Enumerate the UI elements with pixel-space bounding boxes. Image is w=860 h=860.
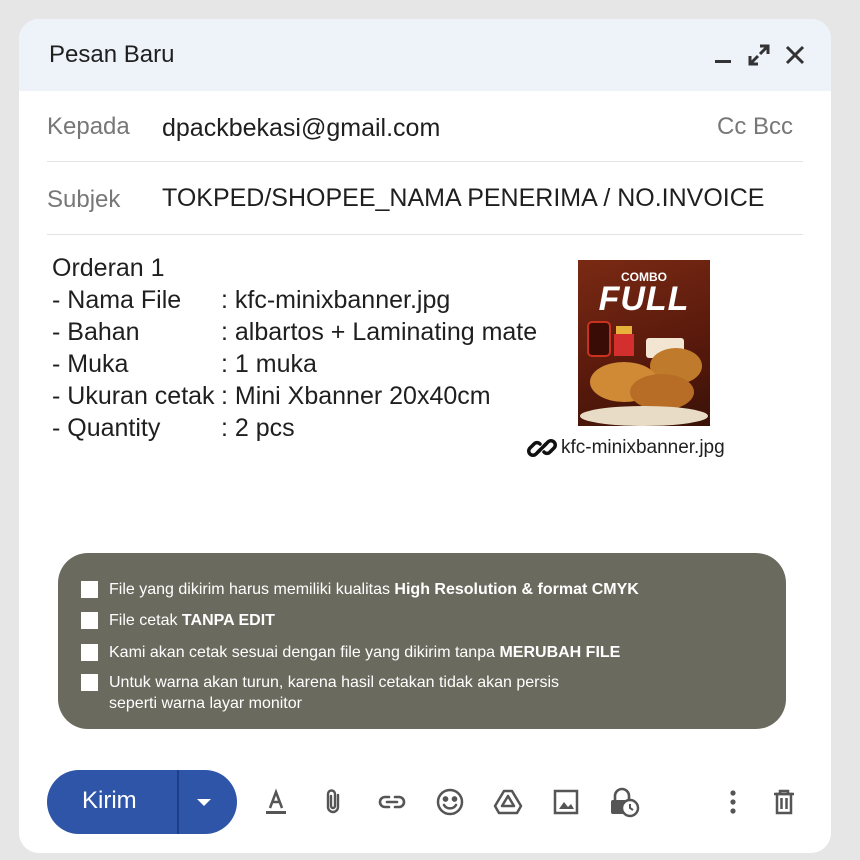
notice-checkbox[interactable] (81, 644, 98, 661)
notice-text-line2: seperti warna layar monitor (109, 695, 302, 712)
order-value: : albartos + Laminating mate (221, 318, 538, 346)
subject-input[interactable]: TOKPED/SHOPEE_NAMA PENERIMA / NO.INVOICE (162, 184, 764, 213)
message-body[interactable]: Orderan 1 - Nama File : kfc-minixbanner.… (52, 252, 537, 444)
order-row: - Ukuran cetak : Mini Xbanner 20x40cm (52, 380, 491, 412)
order-row: - Bahan : albartos + Laminating mate (52, 316, 537, 348)
to-label: Kepada (47, 113, 130, 140)
notice-text: File cetak TANPA EDIT (109, 610, 275, 631)
notice-checkbox[interactable] (81, 612, 98, 629)
order-heading: Orderan 1 (52, 254, 165, 282)
order-value: : kfc-minixbanner.jpg (221, 286, 451, 314)
send-button-group: Kirim (47, 770, 237, 834)
order-row: - Muka : 1 muka (52, 348, 317, 380)
notice-text-plain: File yang dikirim harus memiliki kualita… (109, 581, 395, 598)
to-field[interactable]: Kepada dpackbekasi@gmail.com Cc Bcc (47, 91, 803, 162)
notice-checkbox[interactable] (81, 581, 98, 598)
compose-header: Pesan Baru (19, 19, 831, 91)
notice-box: File yang dikirim harus memiliki kualita… (58, 553, 786, 729)
order-row: - Quantity : 2 pcs (52, 412, 295, 444)
notice-text-line1: Untuk warna akan turun, karena hasil cet… (109, 674, 560, 691)
send-divider (177, 770, 179, 834)
delete-icon[interactable] (768, 786, 800, 818)
order-value: : 1 muka (221, 350, 317, 378)
drive-icon[interactable] (492, 786, 524, 818)
food-illustration (580, 321, 708, 426)
notice-text-plain: File cetak (109, 612, 182, 629)
compose-window: Pesan Baru Kepada dpackbekasi@gmail.com … (19, 19, 831, 853)
order-value: : Mini Xbanner 20x40cm (221, 382, 491, 410)
to-input[interactable]: dpackbekasi@gmail.com (162, 114, 440, 143)
attachment-filename: kfc-minixbanner.jpg (561, 437, 725, 458)
notice-text-plain: Kami akan cetak sesuai dengan file yang … (109, 644, 500, 661)
order-key: - Nama File (52, 286, 182, 314)
order-key: - Muka (52, 350, 129, 378)
notice-text: Kami akan cetak sesuai dengan file yang … (109, 642, 620, 663)
order-key: - Quantity (52, 414, 161, 442)
notice-text: File yang dikirim harus memiliki kualita… (109, 579, 639, 600)
notice-text: Untuk warna akan turun, karena hasil cet… (109, 672, 559, 714)
emoji-icon[interactable] (434, 786, 466, 818)
order-key: - Bahan (52, 318, 140, 346)
notice-text-bold: MERUBAH FILE (499, 644, 621, 661)
subject-field[interactable]: Subjek TOKPED/SHOPEE_NAMA PENERIMA / NO.… (47, 162, 803, 235)
attach-icon[interactable] (318, 786, 350, 818)
format-text-icon[interactable] (260, 786, 292, 818)
link-chain-icon (527, 439, 557, 457)
order-value: : 2 pcs (221, 414, 295, 442)
subject-label: Subjek (47, 186, 121, 213)
notice-checkbox[interactable] (81, 674, 98, 691)
confidential-icon[interactable] (608, 786, 640, 818)
link-icon[interactable] (376, 786, 408, 818)
close-icon[interactable] (781, 41, 809, 69)
order-row: - Nama File : kfc-minixbanner.jpg (52, 284, 450, 316)
more-icon[interactable] (717, 786, 749, 818)
attachment-thumbnail[interactable]: COMBO FULL (578, 260, 710, 426)
expand-icon[interactable] (745, 41, 773, 69)
send-button[interactable]: Kirim (82, 787, 137, 815)
notice-text-bold: High Resolution & format CMYK (394, 581, 639, 598)
compose-title: Pesan Baru (49, 41, 175, 68)
minimize-icon[interactable] (709, 41, 737, 69)
order-key: - Ukuran cetak (52, 382, 215, 410)
cc-bcc-link[interactable]: Cc Bcc (717, 113, 793, 141)
notice-text-bold: TANPA EDIT (181, 612, 275, 629)
send-options-chevron-icon[interactable] (189, 788, 219, 816)
photo-icon[interactable] (550, 786, 582, 818)
